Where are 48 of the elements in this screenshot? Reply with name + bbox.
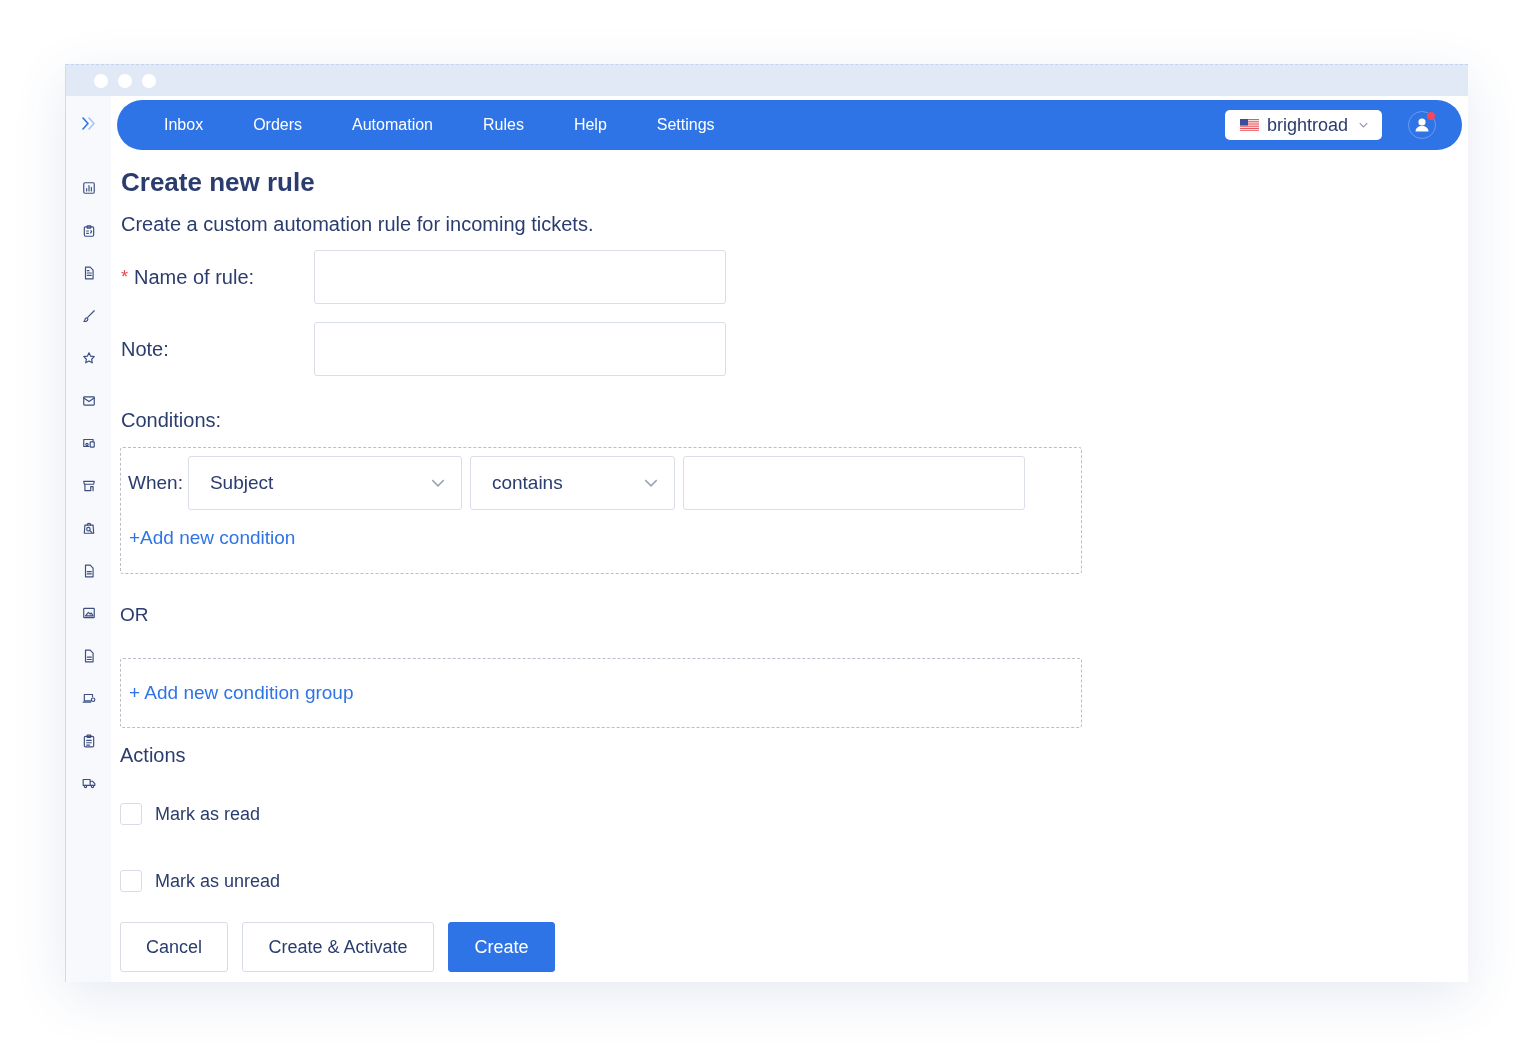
image-icon[interactable]	[81, 606, 96, 620]
field-select[interactable]: Subject	[187, 456, 462, 510]
secondary-button[interactable]: Create & Activate	[242, 922, 434, 972]
nav-link[interactable]: Help	[573, 115, 607, 135]
page-description: Create a custom automation rule for incoming tickets.	[121, 212, 594, 237]
bar-chart-icon[interactable]	[81, 181, 96, 195]
checkbox-label: Mark as read	[155, 803, 261, 825]
text-input[interactable]	[314, 322, 726, 376]
value-input[interactable]	[682, 456, 1025, 510]
chevron-down-icon	[1359, 122, 1368, 128]
clipboard-icon[interactable]	[81, 223, 96, 238]
double-chevron-icon[interactable]	[80, 117, 97, 130]
checkbox-label: Mark as unread	[155, 870, 281, 892]
devices-icon[interactable]	[81, 436, 96, 450]
mail-icon[interactable]	[81, 393, 96, 408]
text-input[interactable]	[314, 250, 726, 304]
truck-icon[interactable]	[81, 776, 96, 790]
primary-button[interactable]: Create	[448, 922, 555, 972]
store-icon[interactable]	[81, 478, 96, 493]
flag-icon	[1240, 119, 1259, 131]
chevron-down-icon	[430, 479, 445, 487]
checkbox[interactable]	[120, 870, 142, 892]
nav-link[interactable]: Orders	[253, 115, 303, 135]
nav-link[interactable]: Rules	[483, 115, 524, 135]
secondary-button[interactable]: Cancel	[120, 922, 228, 972]
chevron-down-icon	[643, 479, 658, 487]
required-mark: *	[121, 267, 128, 287]
field-label: Name of rule:	[134, 265, 255, 290]
user-avatar-icon[interactable]	[1408, 111, 1436, 139]
nav-link[interactable]: Automation	[352, 115, 433, 135]
page-title: Create new rule	[121, 166, 315, 198]
star-icon[interactable]	[81, 351, 96, 365]
or-separator: OR	[120, 603, 149, 627]
brush-icon[interactable]	[81, 308, 96, 323]
clipboard-list-icon[interactable]	[81, 733, 96, 748]
when-label: When:	[128, 471, 183, 495]
nav-link[interactable]: Inbox	[164, 115, 204, 135]
add-condition-link[interactable]: +Add new condition	[129, 526, 296, 550]
add-condition-group-link[interactable]: + Add new condition group	[129, 681, 354, 705]
checkbox[interactable]	[120, 803, 142, 825]
organization-dropdown[interactable]: brightroad	[1225, 110, 1382, 140]
bag-search-icon[interactable]	[81, 521, 96, 535]
section-label: Conditions:	[121, 408, 222, 433]
operator-select[interactable]: contains	[469, 456, 675, 510]
laptop-icon[interactable]	[81, 691, 96, 705]
section-label: Actions	[120, 743, 186, 767]
nav-link[interactable]: Settings	[656, 115, 715, 135]
field-label: Note:	[121, 337, 169, 362]
